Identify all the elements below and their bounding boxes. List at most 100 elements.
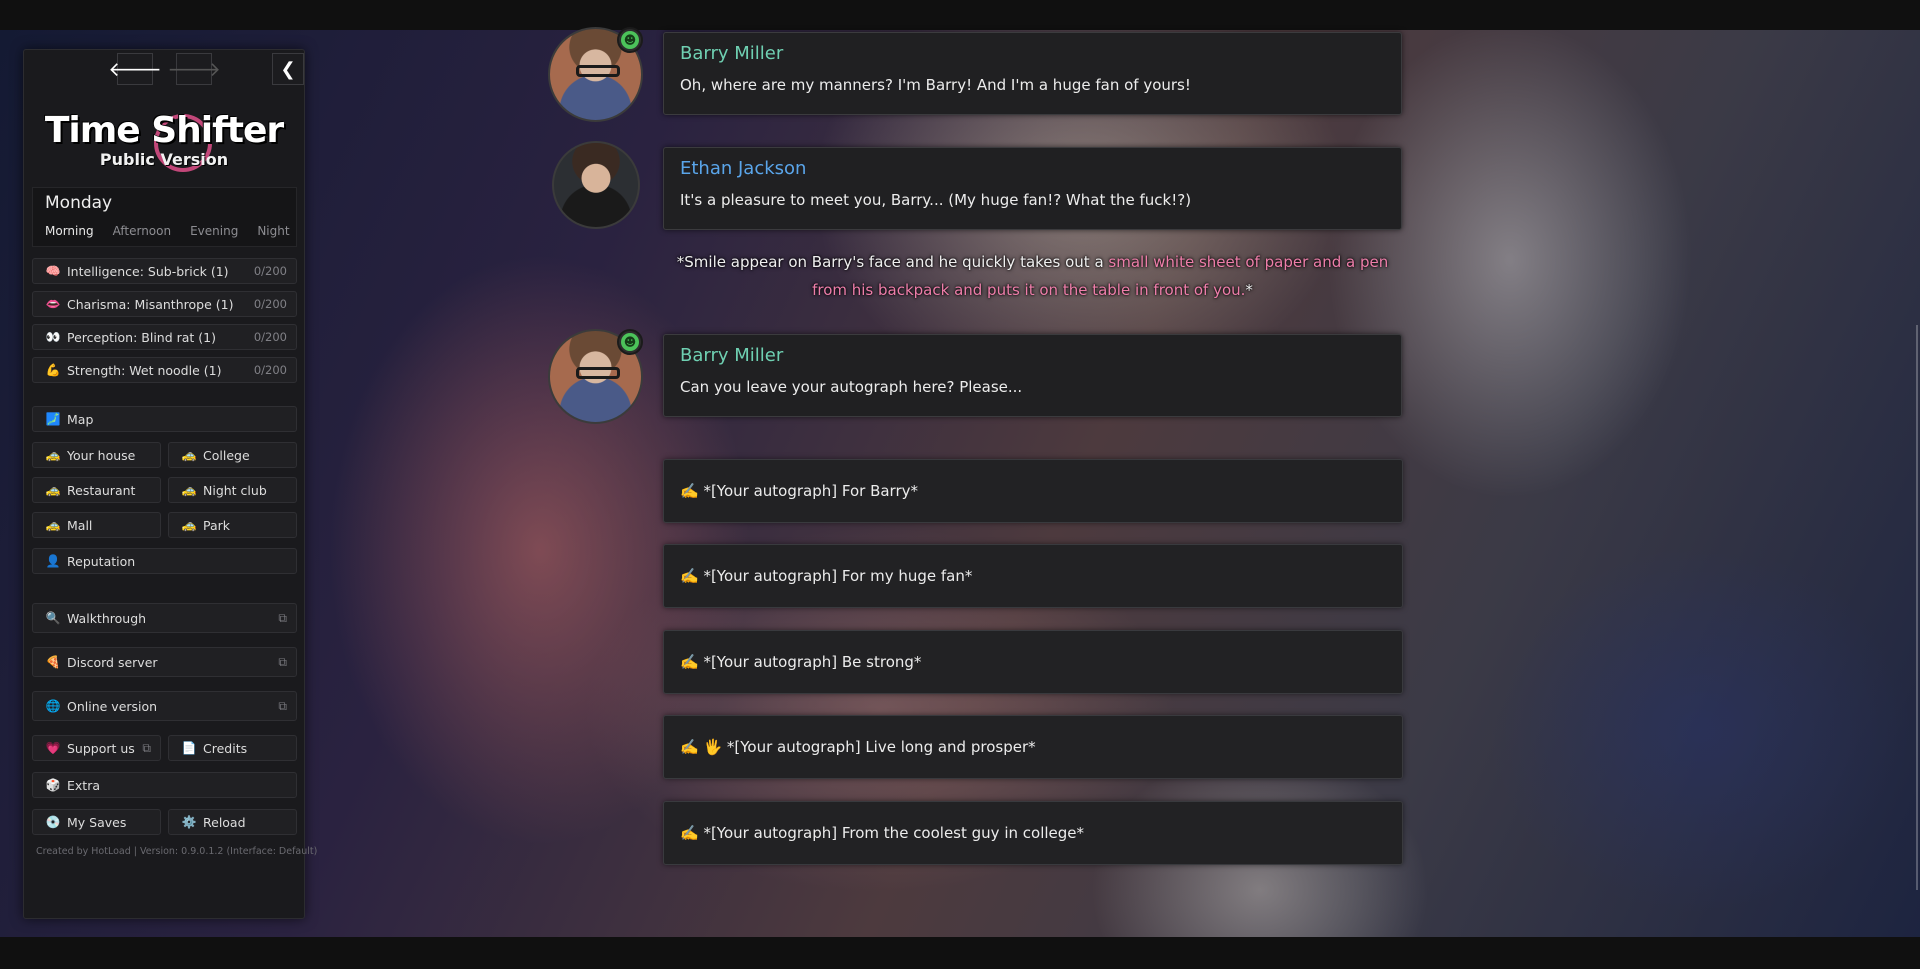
reload-button[interactable]: ⚙️ Reload (168, 809, 297, 835)
location-label: Night club (203, 482, 267, 498)
back-button[interactable]: 🡐 (108, 53, 162, 85)
barry-avatar: ☻ (548, 329, 643, 424)
gear-icon: ⚙️ (181, 815, 197, 829)
period-night: Night (257, 224, 290, 238)
location-label: Mall (67, 517, 93, 533)
stat-label: Strength: Wet noodle (1) (67, 362, 222, 378)
walkthrough-link[interactable]: 🔍 Walkthrough ⧉ (32, 603, 297, 633)
online-version-link[interactable]: 🌐 Online version ⧉ (32, 691, 297, 721)
stat-label: Intelligence: Sub-brick (1) (67, 263, 229, 279)
stat-value: 0/200 (253, 264, 287, 278)
person-icon: 👤 (45, 554, 61, 568)
mood-badge: ☻ (617, 329, 643, 355)
location-restaurant[interactable]: 🚕 Restaurant (32, 477, 161, 503)
discord-label: Discord server (67, 654, 158, 670)
choice-button[interactable]: ✍️ *[Your autograph] From the coolest gu… (663, 801, 1403, 865)
stat-perception[interactable]: 👀 Perception: Blind rat (1) 0/200 (32, 324, 297, 350)
taxi-icon: 🚕 (181, 483, 197, 497)
dice-icon: 🎲 (45, 778, 61, 792)
bottom-bar (0, 937, 1920, 969)
stat-label: Charisma: Misanthrope (1) (67, 296, 234, 312)
magnifier-icon: 🔍 (45, 611, 61, 625)
external-link-icon: ⧉ (142, 740, 151, 755)
dialogue-bubble: Barry Miller Can you leave your autograp… (663, 334, 1402, 417)
stat-charisma[interactable]: 👄 Charisma: Misanthrope (1) 0/200 (32, 291, 297, 317)
arrow-left-icon: 🡐 (108, 57, 162, 81)
stat-strength[interactable]: 💪 Strength: Wet noodle (1) 0/200 (32, 357, 297, 383)
happy-face-icon: ☻ (621, 333, 639, 351)
taxi-icon: 🚕 (45, 483, 61, 497)
support-label: Support us (67, 740, 135, 756)
reputation-label: Reputation (67, 553, 136, 569)
location-park[interactable]: 🚕 Park (168, 512, 297, 538)
taxi-icon: 🚕 (45, 518, 61, 532)
top-bar (0, 0, 1920, 30)
heart-icon: 💗 (45, 741, 61, 755)
support-us-button[interactable]: 💗 Support us ⧉ (32, 735, 161, 761)
chevron-left-icon: ❮ (280, 58, 296, 80)
stat-value: 0/200 (253, 330, 287, 344)
logo-title: Time Shifter (44, 110, 284, 151)
speaker-name: Barry Miller (680, 43, 784, 64)
location-your-house[interactable]: 🚕 Your house (32, 442, 161, 468)
map-icon: 🗾 (45, 412, 61, 426)
saves-label: My Saves (67, 814, 127, 830)
globe-icon: 🌐 (45, 699, 61, 713)
eyes-icon: 👀 (45, 330, 61, 344)
location-mall[interactable]: 🚕 Mall (32, 512, 161, 538)
location-college[interactable]: 🚕 College (168, 442, 297, 468)
forward-button[interactable]: 🡒 (167, 53, 221, 85)
external-link-icon: ⧉ (278, 654, 287, 669)
choice-button[interactable]: ✍️ *[Your autograph] Be strong* (663, 630, 1403, 694)
reputation-button[interactable]: 👤 Reputation (32, 548, 297, 574)
dialogue-text: It's a pleasure to meet you, Barry... (M… (680, 191, 1192, 209)
glasses-icon (576, 367, 620, 379)
barry-avatar: ☻ (548, 27, 643, 122)
scrollbar[interactable] (1916, 325, 1918, 890)
glasses-icon (576, 65, 620, 77)
disc-icon: 💿 (45, 815, 61, 829)
ethan-avatar (552, 141, 640, 229)
brain-icon: 🧠 (45, 264, 61, 278)
stat-intelligence[interactable]: 🧠 Intelligence: Sub-brick (1) 0/200 (32, 258, 297, 284)
choice-button[interactable]: ✍️ *[Your autograph] For my huge fan* (663, 544, 1403, 608)
arrow-right-icon: 🡒 (167, 57, 221, 81)
narration-text: *Smile appear on Barry's face and he qui… (663, 248, 1402, 304)
map-button[interactable]: 🗾 Map (32, 406, 297, 432)
location-label: College (203, 447, 250, 463)
narration-end: * (1245, 281, 1253, 299)
online-version-label: Online version (67, 698, 158, 714)
dialogue-bubble: Ethan Jackson It's a pleasure to meet yo… (663, 147, 1402, 230)
my-saves-button[interactable]: 💿 My Saves (32, 809, 161, 835)
extra-label: Extra (67, 777, 100, 793)
location-label: Park (203, 517, 231, 533)
speaker-name: Ethan Jackson (680, 158, 807, 179)
external-link-icon: ⧉ (278, 698, 287, 713)
period-morning: Morning (45, 224, 94, 238)
map-label: Map (67, 411, 94, 427)
choice-button[interactable]: ✍️ 🖐️ *[Your autograph] Live long and pr… (663, 715, 1403, 779)
logo-subtitle: Public Version (99, 150, 229, 169)
dialogue-text: Oh, where are my manners? I'm Barry! And… (680, 76, 1191, 94)
location-label: Your house (67, 447, 136, 463)
collapse-sidebar-button[interactable]: ❮ (272, 53, 304, 85)
location-label: Restaurant (67, 482, 136, 498)
credits-button[interactable]: 📄 Credits (168, 735, 297, 761)
sidebar: 🡐 🡒 ❮ Time Shifter Public Version Monday… (23, 49, 317, 919)
document-icon: 📄 (181, 741, 197, 755)
stat-label: Perception: Blind rat (1) (67, 329, 217, 345)
pizza-icon: 🍕 (45, 655, 61, 669)
taxi-icon: 🚕 (45, 448, 61, 462)
version-footer: Created by HotLoad | Version: 0.9.0.1.2 … (36, 846, 318, 857)
reload-label: Reload (203, 814, 246, 830)
choice-button[interactable]: ✍️ *[Your autograph] For Barry* (663, 459, 1403, 523)
speaker-name: Barry Miller (680, 345, 784, 366)
lips-icon: 👄 (45, 297, 61, 311)
location-night-club[interactable]: 🚕 Night club (168, 477, 297, 503)
period-afternoon: Afternoon (112, 224, 172, 238)
taxi-icon: 🚕 (181, 448, 197, 462)
discord-link[interactable]: 🍕 Discord server ⧉ (32, 647, 297, 677)
period-list: Morning Afternoon Evening Night (45, 224, 290, 238)
extra-button[interactable]: 🎲 Extra (32, 772, 297, 798)
stat-value: 0/200 (253, 297, 287, 311)
